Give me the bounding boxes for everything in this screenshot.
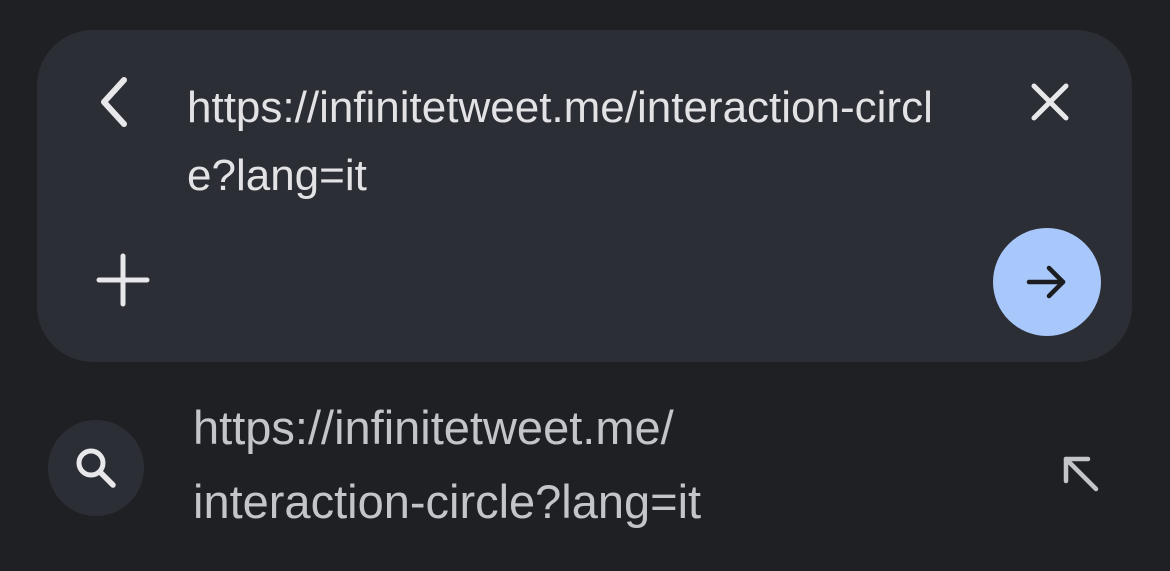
browser-screen: https://infinitetweet.me/interaction-cir… bbox=[0, 0, 1170, 571]
arrow-right-icon bbox=[1026, 265, 1066, 299]
plus-icon bbox=[96, 253, 150, 307]
add-button[interactable] bbox=[91, 248, 155, 312]
close-icon bbox=[1031, 83, 1069, 121]
fill-suggestion-button[interactable] bbox=[1052, 445, 1108, 501]
back-button[interactable] bbox=[89, 72, 139, 132]
go-button[interactable] bbox=[993, 228, 1101, 336]
suggestion-line-2: interaction-circle?lang=it bbox=[193, 475, 702, 528]
search-icon bbox=[76, 448, 116, 488]
suggestion-text: https://infinitetweet.me/ interaction-ci… bbox=[193, 391, 893, 539]
suggestion-row[interactable]: https://infinitetweet.me/ interaction-ci… bbox=[0, 385, 1170, 565]
clear-button[interactable] bbox=[1020, 72, 1080, 132]
url-line-1: https://infinitetweet.me/interaction- bbox=[187, 83, 855, 132]
omnibox: https://infinitetweet.me/interaction-cir… bbox=[37, 30, 1132, 362]
arrow-up-left-icon bbox=[1063, 456, 1099, 492]
chevron-left-icon bbox=[101, 77, 127, 127]
url-input[interactable]: https://infinitetweet.me/interaction-cir… bbox=[187, 74, 977, 210]
suggestion-line-1: https://infinitetweet.me/ bbox=[193, 401, 674, 454]
suggestion-icon-circle bbox=[48, 420, 144, 516]
